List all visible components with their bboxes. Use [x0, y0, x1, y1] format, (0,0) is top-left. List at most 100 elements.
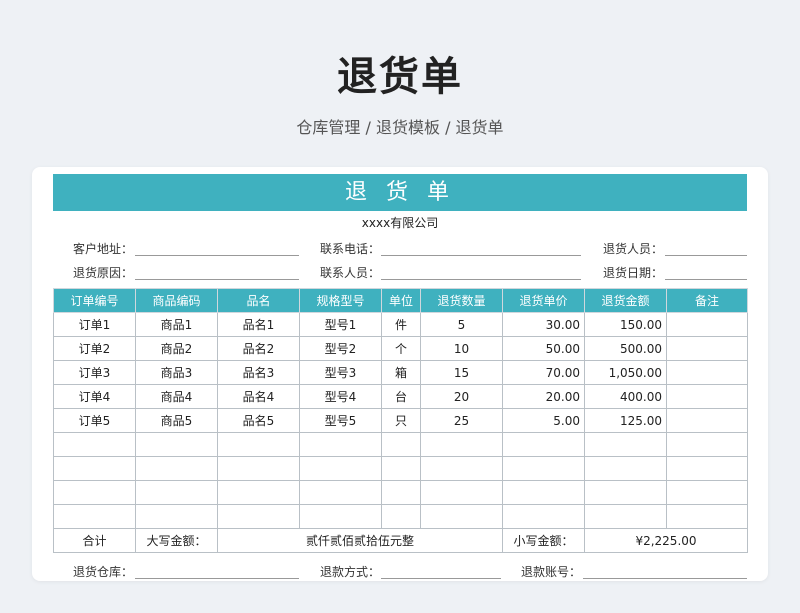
table-cell[interactable]: 订单2: [53, 336, 136, 361]
warehouse-field[interactable]: [135, 578, 299, 579]
table-cell[interactable]: 订单4: [53, 384, 136, 409]
table-cell[interactable]: 个: [381, 336, 421, 361]
table-cell[interactable]: 型号3: [299, 360, 382, 385]
table-cell[interactable]: [217, 480, 300, 505]
table-cell[interactable]: 型号1: [299, 312, 382, 337]
table-cell[interactable]: 件: [381, 312, 421, 337]
table-cell[interactable]: [502, 432, 585, 457]
table-cell[interactable]: [666, 432, 748, 457]
table-cell[interactable]: 型号4: [299, 384, 382, 409]
customer-address-field[interactable]: [135, 255, 299, 256]
table-cell[interactable]: 商品2: [135, 336, 218, 361]
table-cell[interactable]: [502, 480, 585, 505]
table-cell[interactable]: 品名5: [217, 408, 300, 433]
table-cell[interactable]: [420, 504, 503, 529]
table-cell[interactable]: [381, 432, 421, 457]
table-cell[interactable]: [53, 432, 136, 457]
table-cell[interactable]: [53, 504, 136, 529]
table-cell[interactable]: 只: [381, 408, 421, 433]
contact-phone-field[interactable]: [381, 255, 581, 256]
table-cell[interactable]: 70.00: [502, 360, 585, 385]
caps-amount-value[interactable]: 贰仟贰佰贰拾伍元整: [217, 528, 503, 553]
table-cell[interactable]: 20.00: [502, 384, 585, 409]
return-person-field[interactable]: [665, 255, 747, 256]
table-cell[interactable]: 5.00: [502, 408, 585, 433]
table-cell[interactable]: 125.00: [584, 408, 667, 433]
table-cell[interactable]: 1,050.00: [584, 360, 667, 385]
table-cell[interactable]: 商品5: [135, 408, 218, 433]
table-cell[interactable]: [217, 432, 300, 457]
return-date-field[interactable]: [665, 279, 747, 280]
table-cell[interactable]: [666, 384, 748, 409]
table-cell[interactable]: [299, 432, 382, 457]
caps-amount-label: 大写金额：: [135, 528, 218, 553]
total-row: 合计 大写金额： 贰仟贰佰贰拾伍元整 小写金额： ¥2,225.00: [53, 528, 748, 553]
table-cell[interactable]: [666, 504, 748, 529]
table-cell[interactable]: [299, 504, 382, 529]
table-cell[interactable]: [217, 456, 300, 481]
table-cell[interactable]: [584, 432, 667, 457]
breadcrumb[interactable]: 仓库管理 / 退货模板 / 退货单: [0, 114, 800, 138]
table-cell[interactable]: 150.00: [584, 312, 667, 337]
table-cell[interactable]: [299, 456, 382, 481]
return-reason-field[interactable]: [135, 279, 299, 280]
table-cell[interactable]: [135, 504, 218, 529]
table-cell[interactable]: 10: [420, 336, 503, 361]
table-cell[interactable]: 30.00: [502, 312, 585, 337]
table-cell[interactable]: 400.00: [584, 384, 667, 409]
table-cell[interactable]: [584, 456, 667, 481]
table-cell[interactable]: 商品3: [135, 360, 218, 385]
table-cell[interactable]: [53, 456, 136, 481]
table-cell[interactable]: 品名2: [217, 336, 300, 361]
table-cell[interactable]: [135, 456, 218, 481]
table-cell[interactable]: [53, 480, 136, 505]
table-cell[interactable]: [584, 480, 667, 505]
table-cell[interactable]: [502, 456, 585, 481]
table-cell[interactable]: 箱: [381, 360, 421, 385]
table-cell[interactable]: [381, 504, 421, 529]
table-cell[interactable]: 品名3: [217, 360, 300, 385]
table-cell[interactable]: [666, 360, 748, 385]
table-cell[interactable]: 50.00: [502, 336, 585, 361]
table-cell[interactable]: 型号2: [299, 336, 382, 361]
table-cell[interactable]: [381, 456, 421, 481]
table-cell[interactable]: 25: [420, 408, 503, 433]
table-cell[interactable]: [666, 336, 748, 361]
small-amount-value[interactable]: ¥2,225.00: [584, 528, 748, 553]
table-cell[interactable]: 型号5: [299, 408, 382, 433]
table-cell[interactable]: [666, 480, 748, 505]
table-cell[interactable]: [420, 456, 503, 481]
contact-person-field[interactable]: [381, 279, 581, 280]
table-row: 订单2 商品2 品名2 型号2 个 10 50.00 500.00: [53, 336, 748, 361]
table-cell[interactable]: [584, 504, 667, 529]
table-cell[interactable]: [420, 432, 503, 457]
table-cell[interactable]: 台: [381, 384, 421, 409]
table-cell[interactable]: [420, 480, 503, 505]
table-cell[interactable]: [299, 480, 382, 505]
table-cell[interactable]: 订单1: [53, 312, 136, 337]
table-cell[interactable]: [666, 312, 748, 337]
table-cell[interactable]: [217, 504, 300, 529]
table-cell[interactable]: 订单5: [53, 408, 136, 433]
table-cell[interactable]: [135, 432, 218, 457]
table-cell[interactable]: [666, 408, 748, 433]
table-cell[interactable]: 20: [420, 384, 503, 409]
table-cell[interactable]: [381, 480, 421, 505]
table-cell[interactable]: 品名4: [217, 384, 300, 409]
table-cell[interactable]: 15: [420, 360, 503, 385]
table-cell[interactable]: [135, 480, 218, 505]
small-amount-label: 小写金额：: [502, 528, 585, 553]
table-row: 订单1 商品1 品名1 型号1 件 5 30.00 150.00: [53, 312, 748, 337]
table-cell[interactable]: 商品1: [135, 312, 218, 337]
table-cell[interactable]: 订单3: [53, 360, 136, 385]
table-cell[interactable]: 品名1: [217, 312, 300, 337]
header-spec-model: 规格型号: [299, 288, 382, 313]
refund-account-field[interactable]: [583, 578, 747, 579]
table-cell[interactable]: [666, 456, 748, 481]
refund-method-field[interactable]: [381, 578, 501, 579]
table-cell[interactable]: 商品4: [135, 384, 218, 409]
table-cell[interactable]: 500.00: [584, 336, 667, 361]
company-name: xxxx有限公司: [361, 216, 439, 230]
table-cell[interactable]: [502, 504, 585, 529]
table-cell[interactable]: 5: [420, 312, 503, 337]
